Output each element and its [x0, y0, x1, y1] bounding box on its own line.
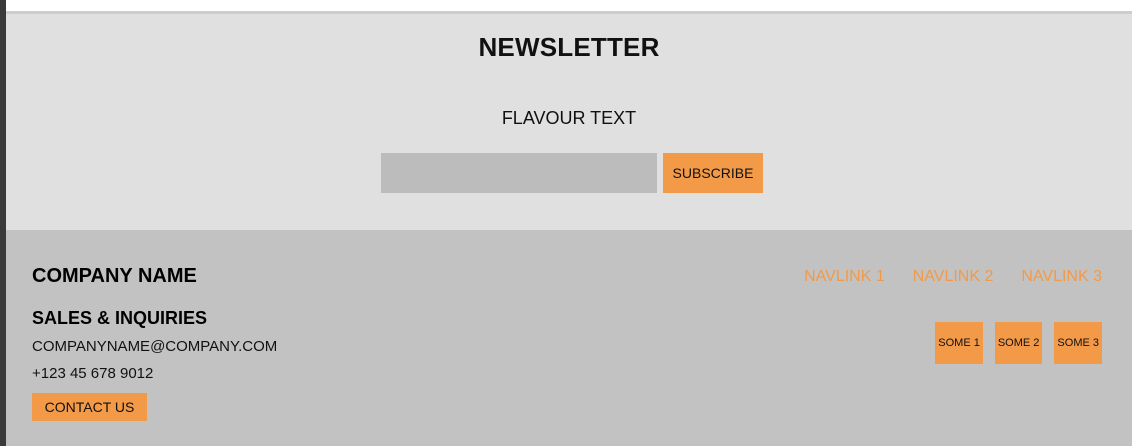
- contact-us-button[interactable]: CONTACT US: [32, 393, 147, 421]
- social-buttons: SOME 1 SOME 2 SOME 3: [935, 322, 1102, 364]
- newsletter-section: NEWSLETTER FLAVOUR TEXT SUBSCRIBE: [6, 11, 1132, 230]
- newsletter-title: NEWSLETTER: [478, 32, 660, 62]
- social-button-2[interactable]: SOME 2: [994, 322, 1043, 364]
- social-button-1[interactable]: SOME 1: [935, 322, 983, 364]
- subscribe-button[interactable]: SUBSCRIBE: [663, 153, 763, 193]
- sales-inquiries-heading: SALES & INQUIRIES: [32, 308, 208, 328]
- newsletter-email-input[interactable]: [381, 153, 657, 193]
- footer-nav: NAVLINK 1 NAVLINK 2 NAVLINK 3: [804, 268, 1102, 286]
- footer: COMPANY NAME SALES & INQUIRIES COMPANYNA…: [6, 230, 1132, 446]
- newsletter-flavour-text: FLAVOUR TEXT: [501, 108, 637, 128]
- contact-email: COMPANYNAME@COMPANY.COM: [32, 338, 278, 355]
- navlink-3[interactable]: NAVLINK 3: [1021, 268, 1102, 286]
- page: NEWSLETTER FLAVOUR TEXT SUBSCRIBE COMPAN…: [0, 0, 1132, 446]
- contact-phone: +123 45 678 9012: [32, 365, 154, 382]
- navlink-1[interactable]: NAVLINK 1: [804, 268, 885, 286]
- social-button-3[interactable]: SOME 3: [1054, 322, 1102, 364]
- company-name: COMPANY NAME: [32, 265, 197, 287]
- navlink-2[interactable]: NAVLINK 2: [913, 268, 994, 286]
